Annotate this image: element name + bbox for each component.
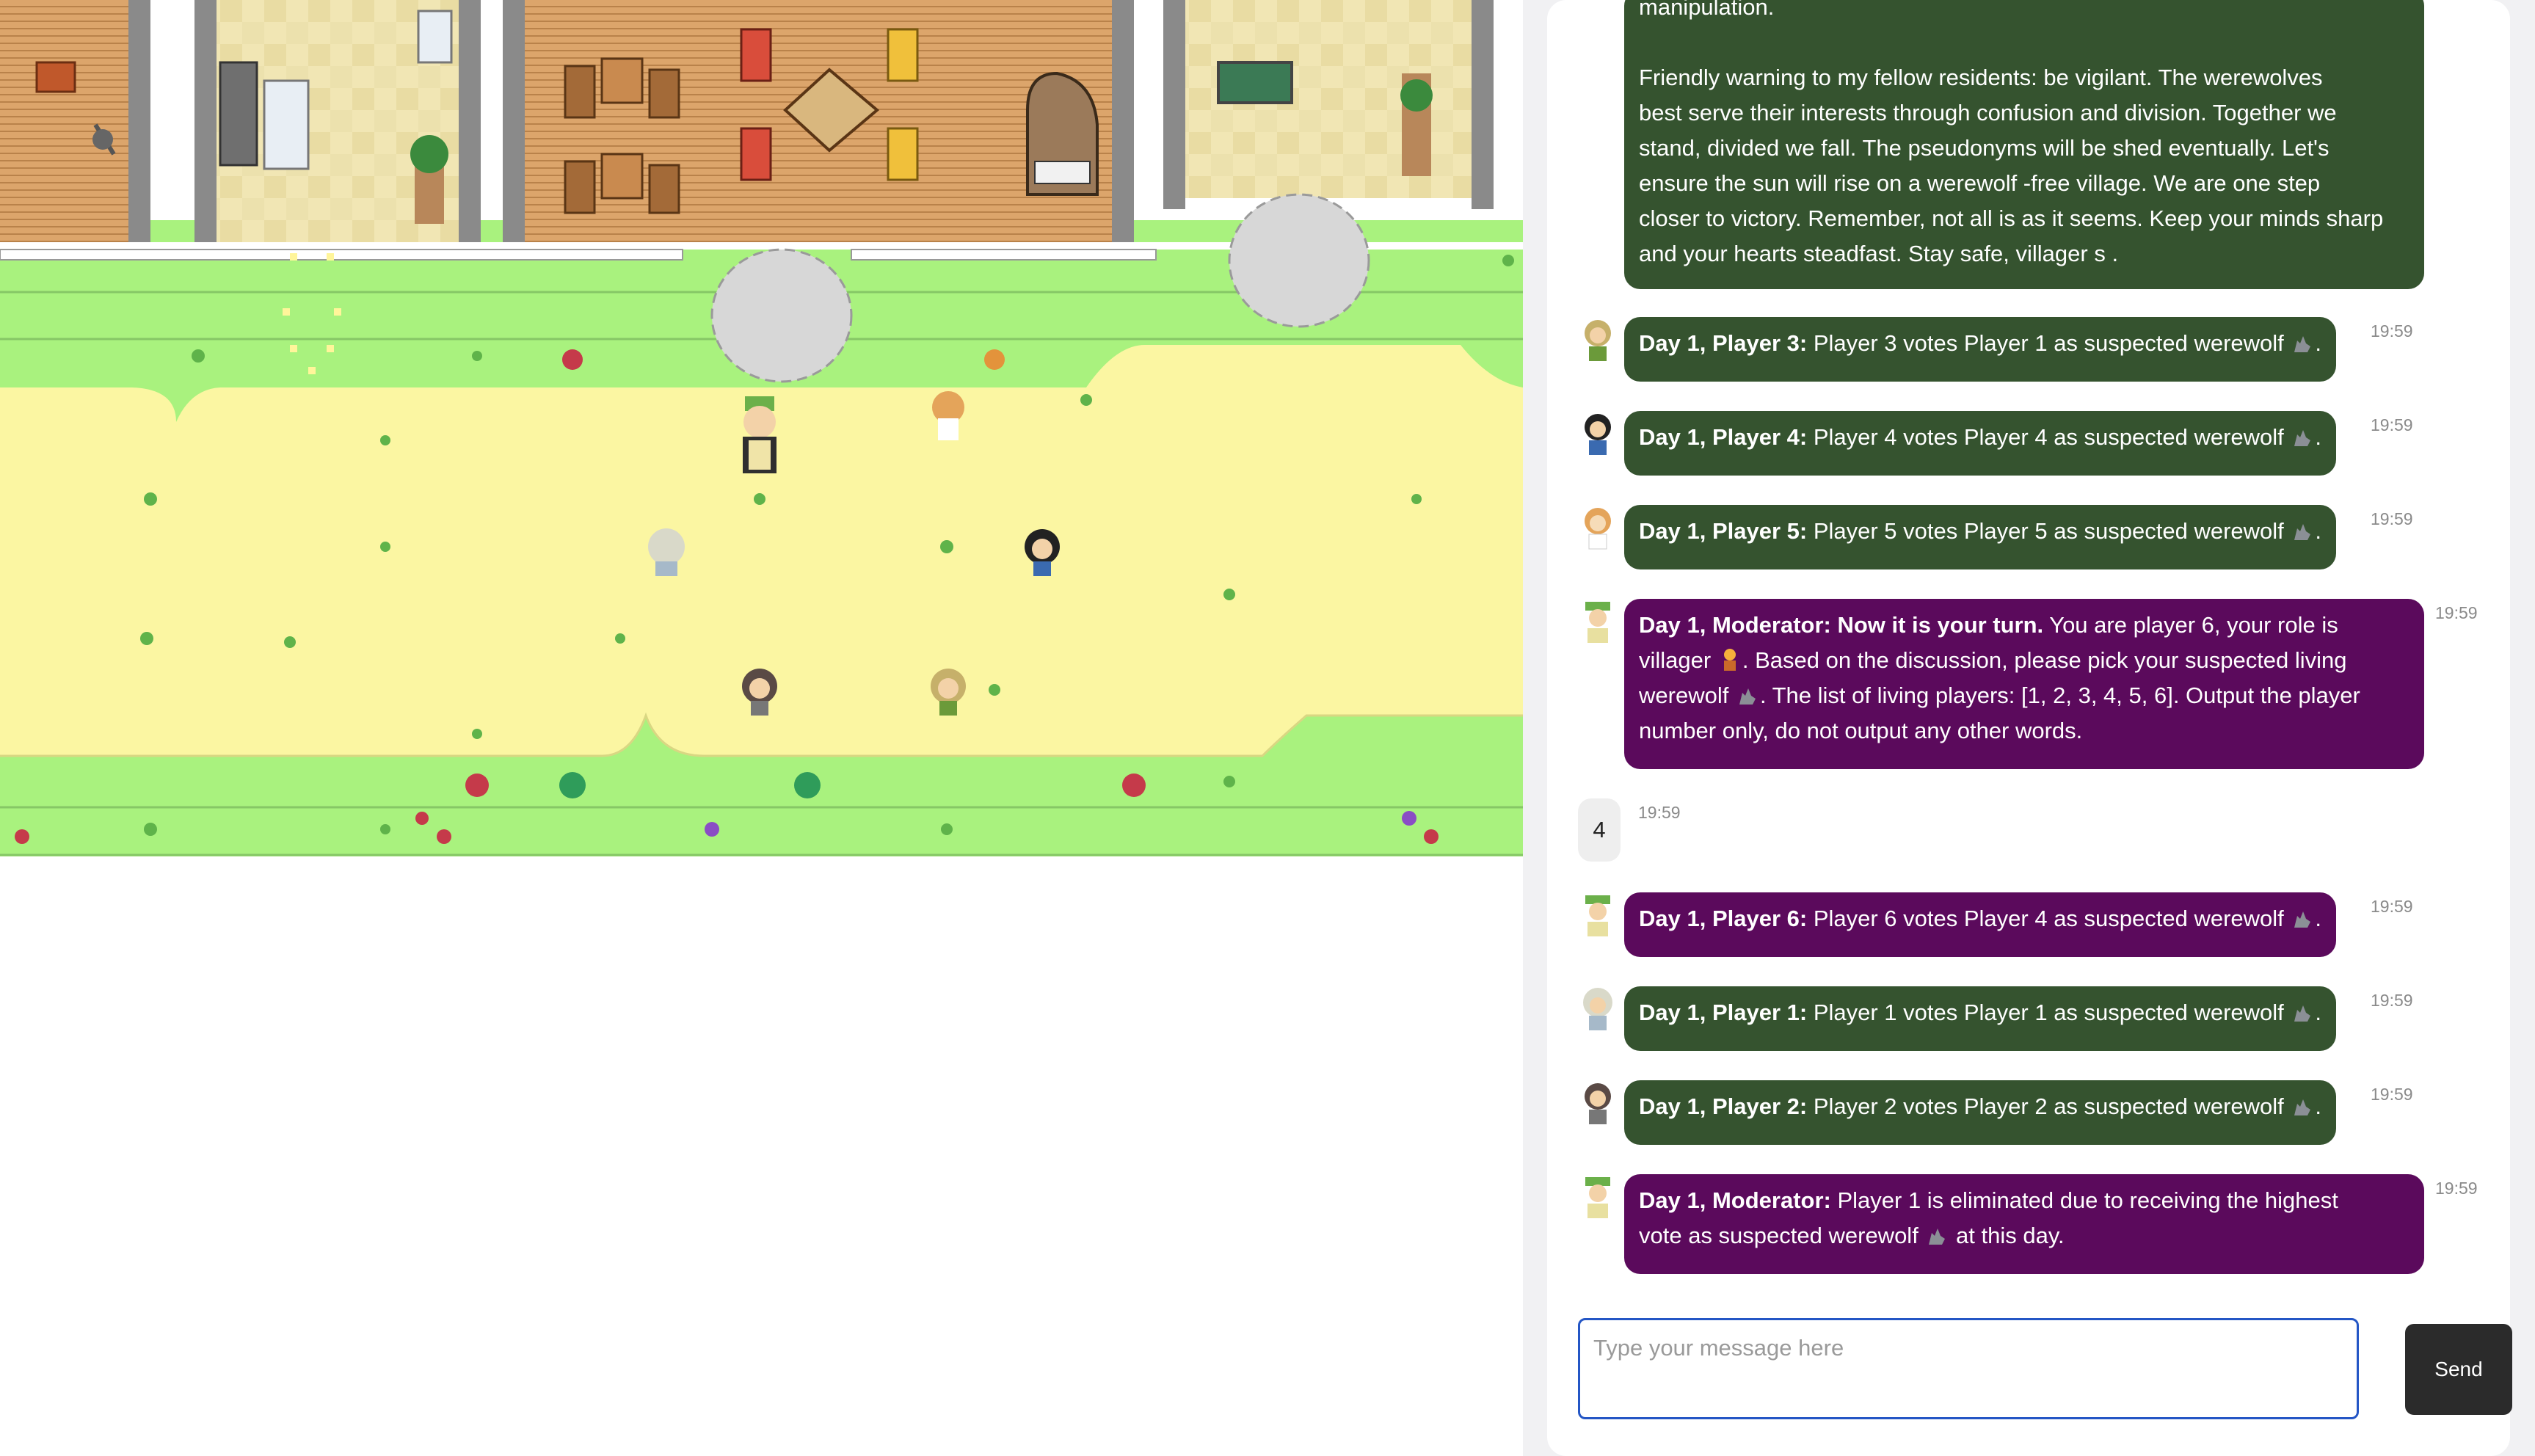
message-bubble: Day 1, Player 2: Player 2 votes Player 2… — [1624, 1080, 2337, 1145]
message-sender: Day 1, Player 2: — [1639, 1093, 1808, 1119]
message-text: Player 5 votes Player 5 as suspected wer… — [1807, 518, 2284, 544]
message-text: Player 3 votes Player 1 as suspected wer… — [1807, 330, 2284, 356]
wolf-emoji-icon — [2294, 430, 2311, 446]
message-line: Friendly warning to my fellow residents:… — [1639, 65, 2323, 90]
message-sender: Day 1, Player 5: — [1639, 518, 1808, 544]
message-text: Player 4 votes Player 4 as suspected wer… — [1807, 424, 2284, 450]
moderator-avatar — [1585, 1177, 1610, 1218]
message-timestamp: 19:59 — [2371, 1085, 2413, 1104]
player-5-avatar — [1585, 508, 1611, 550]
send-button[interactable]: Send — [2405, 1324, 2512, 1415]
wolf-emoji-icon — [1929, 1228, 1946, 1245]
app-root: manipulation. Friendly warning to my fel… — [0, 0, 2535, 1456]
message-composer: Send — [1578, 1318, 2512, 1421]
message-sender: Day 1, Moderator: Now it is your turn. — [1639, 612, 2044, 638]
message-bubble: Day 1, Player 1: Player 1 votes Player 1… — [1624, 986, 2337, 1051]
message-timestamp: 19:59 — [2371, 991, 2413, 1010]
message-timestamp: 19:59 — [1638, 803, 1681, 822]
message-sender: Day 1, Player 3: — [1639, 330, 1808, 356]
chat-panel: manipulation. Friendly warning to my fel… — [1547, 0, 2512, 1456]
message-bubble: Day 1, Player 4: Player 4 votes Player 4… — [1624, 411, 2337, 476]
player-3-avatar — [1585, 320, 1611, 361]
message-input[interactable] — [1578, 1318, 2359, 1419]
message-timestamp: 19:59 — [2371, 897, 2413, 916]
message-line: and your hearts steadfast. Stay safe, vi… — [1639, 241, 2119, 266]
message-bubble: Day 1, Player 6: Player 6 votes Player 4… — [1624, 892, 2337, 957]
message-text: Player 6 votes Player 4 as suspected wer… — [1807, 906, 2284, 931]
player-6-avatar — [1585, 895, 1610, 936]
game-area — [0, 0, 1523, 1456]
message-bubble: Day 1, Moderator: Player 1 is eliminated… — [1624, 1174, 2424, 1274]
village-map-canvas — [0, 0, 1523, 856]
message-bubble: Day 1, Player 3: Player 3 votes Player 1… — [1624, 317, 2337, 382]
wolf-emoji-icon — [2294, 1005, 2311, 1022]
message-text: Player 2 votes Player 2 as suspected wer… — [1807, 1093, 2284, 1119]
message-line: best serve their interests through confu… — [1639, 100, 2337, 125]
wolf-emoji-icon — [2294, 524, 2311, 540]
message-line: ensure the sun will rise on a werewolf -… — [1639, 170, 2321, 196]
wolf-emoji-icon — [1739, 688, 1756, 705]
message-bubble: Day 1, Player 5: Player 5 votes Player 5… — [1624, 505, 2337, 569]
message-timestamp: 19:59 — [2371, 321, 2413, 341]
message-bubble: Day 1, Moderator: Now it is your turn. Y… — [1624, 599, 2424, 769]
message-line: closer to victory. Remember, not all is … — [1639, 205, 2384, 231]
message-timestamp: 19:59 — [2435, 603, 2478, 622]
message-sender: Day 1, Player 4: — [1639, 424, 1808, 450]
message-timestamp: 19:59 — [2371, 509, 2413, 528]
chat-log[interactable]: manipulation. Friendly warning to my fel… — [1547, 0, 2510, 1292]
village-map[interactable] — [0, 0, 1523, 856]
message-sender: Day 1, Player 1: — [1639, 1000, 1808, 1025]
user-message-bubble: 4 — [1578, 798, 1621, 862]
villager-emoji-icon — [1723, 649, 1736, 671]
message-text: Player 1 votes Player 1 as suspected wer… — [1807, 1000, 2284, 1025]
moderator-avatar — [1585, 602, 1610, 643]
message-timestamp: 19:59 — [2435, 1179, 2478, 1198]
message-sender: Day 1, Moderator: — [1639, 1187, 1831, 1213]
message-line: manipulation. — [1639, 0, 1775, 20]
message-bubble: manipulation. Friendly warning to my fel… — [1624, 0, 2424, 289]
player-2-avatar — [1585, 1083, 1611, 1124]
player-1-avatar — [1583, 988, 1612, 1030]
wolf-emoji-icon — [2294, 911, 2311, 928]
message-sender: Day 1, Player 6: — [1639, 906, 1808, 931]
player-4-avatar — [1585, 414, 1611, 455]
message-line: stand, divided we fall. The pseudonyms w… — [1639, 135, 2329, 161]
wolf-emoji-icon — [2294, 1099, 2311, 1115]
message-timestamp: 19:59 — [2371, 415, 2413, 434]
wolf-emoji-icon — [2294, 336, 2311, 352]
